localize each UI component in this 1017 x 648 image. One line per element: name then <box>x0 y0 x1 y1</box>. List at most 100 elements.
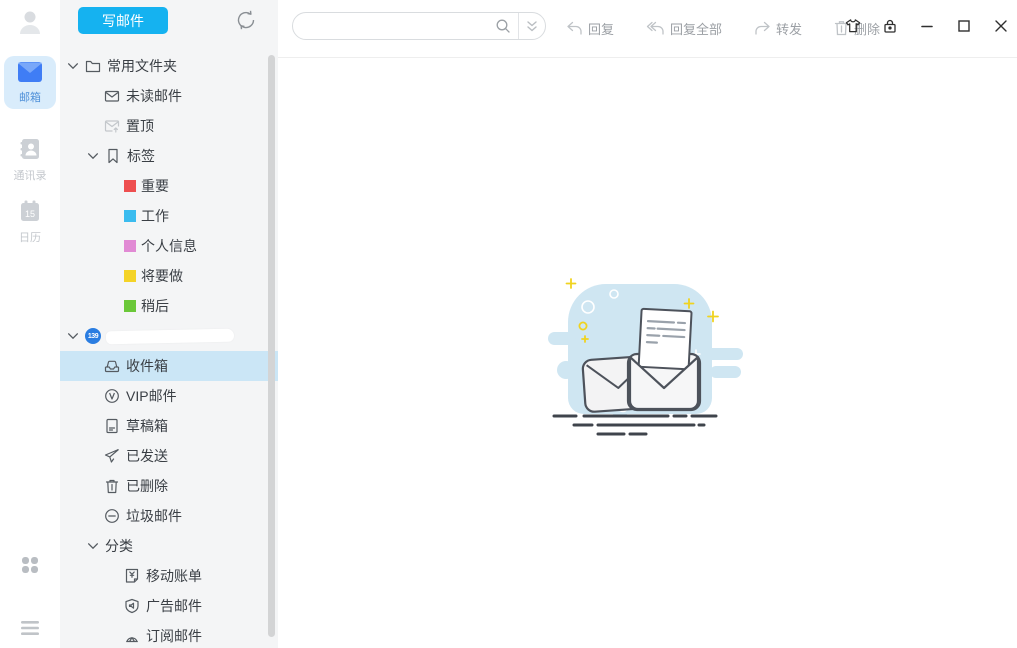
inbox-icon <box>104 358 120 374</box>
account-name-redacted <box>106 328 234 344</box>
sidebar-item-label: 未读邮件 <box>126 86 182 106</box>
sidebar-item-drafts[interactable]: 草稿箱 <box>60 411 278 441</box>
rail-item-label: 通讯录 <box>4 167 56 183</box>
svg-text:15: 15 <box>25 209 35 219</box>
sidebar-item-common-folders[interactable]: 常用文件夹 <box>60 51 278 81</box>
rail-item-label: 日历 <box>4 229 56 245</box>
avatar[interactable] <box>0 8 60 41</box>
sidebar-item-label: 个人信息 <box>141 236 197 256</box>
theme-button[interactable] <box>845 18 861 34</box>
sidebar-item-inbox[interactable]: 收件箱 <box>60 351 278 381</box>
forward-button[interactable]: 转发 <box>754 19 802 38</box>
sidebar-item-ads[interactable]: 广告邮件 <box>60 591 278 621</box>
reply-all-label: 回复全部 <box>670 19 722 38</box>
close-icon <box>994 19 1008 33</box>
tag-color-swatch <box>124 270 136 282</box>
sidebar-item-vip[interactable]: VIP邮件 <box>60 381 278 411</box>
chevron-down-icon <box>66 59 80 73</box>
tag-color-swatch <box>124 210 136 222</box>
sidebar-item-pinned[interactable]: 置顶 <box>60 111 278 141</box>
sidebar-item-tag-personal[interactable]: 个人信息 <box>60 231 278 261</box>
sidebar-item-label: 订阅邮件 <box>146 626 202 646</box>
close-button[interactable] <box>993 18 1009 34</box>
sidebar-item-label: 将要做 <box>141 266 183 286</box>
window-controls <box>845 0 1009 52</box>
menu-button[interactable] <box>0 620 60 641</box>
sidebar-item-label: 收件箱 <box>126 356 168 376</box>
refresh-icon <box>234 8 258 32</box>
forward-icon <box>754 21 771 36</box>
vip-icon <box>104 388 120 404</box>
search-box[interactable] <box>292 12 546 40</box>
sidebar-scrollbar[interactable] <box>268 55 275 637</box>
chevron-down-icon <box>86 539 100 553</box>
minimize-button[interactable] <box>919 18 935 34</box>
main-panel: 回复 回复全部 转发 删除 <box>278 0 1017 648</box>
mailbox-icon <box>17 61 43 83</box>
mail-pin-icon <box>104 118 120 134</box>
sidebar-item-unread[interactable]: 未读邮件 <box>60 81 278 111</box>
sidebar-item-categories[interactable]: 分类 <box>60 531 278 561</box>
rail-item-mailbox[interactable]: 邮箱 <box>4 56 56 109</box>
reply-all-icon <box>646 21 665 36</box>
lock-icon <box>882 18 898 34</box>
maximize-icon <box>957 19 971 33</box>
sidebar-item-label: 广告邮件 <box>146 596 202 616</box>
sidebar-item-tag-work[interactable]: 工作 <box>60 201 278 231</box>
sidebar-item-mobile-bills[interactable]: 移动账单 <box>60 561 278 591</box>
account-139-badge: 139 <box>85 328 101 344</box>
shirt-theme-icon <box>845 18 861 34</box>
hamburger-menu-icon <box>20 620 40 636</box>
search-options-button[interactable] <box>519 13 545 39</box>
folder-icon <box>85 58 101 74</box>
bookmark-icon <box>105 148 121 164</box>
subscribe-icon <box>124 628 140 644</box>
nav-rail: 邮箱 通讯录 15 日历 <box>0 0 60 648</box>
sidebar-item-label: 稍后 <box>141 296 169 316</box>
sidebar-item-label: VIP邮件 <box>126 386 177 406</box>
search-input[interactable] <box>293 19 495 34</box>
apps-grid-button[interactable] <box>0 556 60 579</box>
refresh-button[interactable] <box>234 8 258 32</box>
rail-item-contacts[interactable]: 通讯录 <box>4 132 56 187</box>
tag-color-swatch <box>124 240 136 252</box>
folder-sidebar: 写邮件 常用文件夹 未读邮件 置顶 <box>60 0 278 648</box>
lock-button[interactable] <box>882 18 898 34</box>
sidebar-item-label: 工作 <box>141 206 169 226</box>
apps-grid-icon <box>21 556 39 574</box>
sidebar-item-tags[interactable]: 标签 <box>60 141 278 171</box>
user-avatar-icon <box>17 8 43 36</box>
toolbar: 回复 回复全部 转发 删除 <box>278 0 1017 58</box>
sidebar-item-label: 标签 <box>127 146 155 166</box>
compose-button[interactable]: 写邮件 <box>78 7 168 34</box>
tag-color-swatch <box>124 300 136 312</box>
rail-item-calendar[interactable]: 15 日历 <box>4 194 56 249</box>
sidebar-item-label: 草稿箱 <box>126 416 168 436</box>
sidebar-item-tag-todo[interactable]: 将要做 <box>60 261 278 291</box>
contacts-icon <box>18 137 42 161</box>
minimize-icon <box>920 19 934 33</box>
mail-icon <box>104 88 120 104</box>
calendar-icon: 15 <box>18 199 42 223</box>
empty-state-illustration <box>546 266 751 446</box>
sidebar-item-junk[interactable]: 垃圾邮件 <box>60 501 278 531</box>
reply-icon <box>566 21 583 36</box>
block-icon <box>104 508 120 524</box>
chevron-down-icon <box>86 149 100 163</box>
sidebar-item-tag-later[interactable]: 稍后 <box>60 291 278 321</box>
reply-button[interactable]: 回复 <box>566 19 614 38</box>
sidebar-item-label: 置顶 <box>126 116 154 136</box>
tag-color-swatch <box>124 180 136 192</box>
reply-all-button[interactable]: 回复全部 <box>646 19 722 38</box>
maximize-button[interactable] <box>956 18 972 34</box>
sidebar-item-tag-important[interactable]: 重要 <box>60 171 278 201</box>
reply-label: 回复 <box>588 19 614 38</box>
sidebar-item-label: 移动账单 <box>146 566 202 586</box>
sidebar-item-subscriptions[interactable]: 订阅邮件 <box>60 621 278 648</box>
sidebar-item-label: 分类 <box>105 536 133 556</box>
sidebar-item-label: 已删除 <box>126 476 168 496</box>
sidebar-item-account[interactable]: 139 <box>60 321 278 351</box>
sidebar-item-label: 常用文件夹 <box>107 56 177 76</box>
sidebar-item-sent[interactable]: 已发送 <box>60 441 278 471</box>
sidebar-item-deleted[interactable]: 已删除 <box>60 471 278 501</box>
